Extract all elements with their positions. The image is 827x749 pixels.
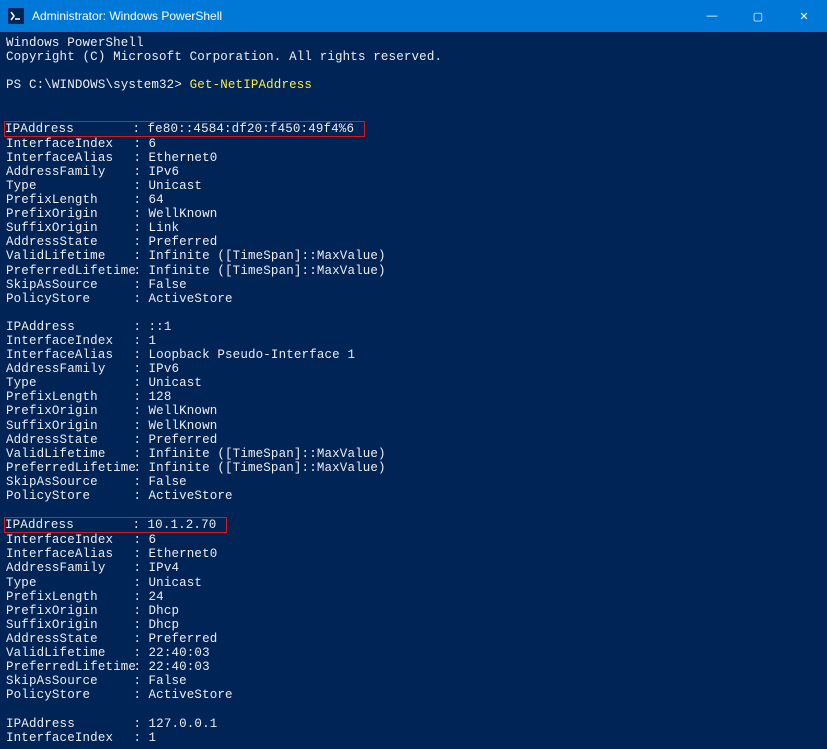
kv-line: ValidLifetime: Infinite ([TimeSpan]::Max…: [6, 447, 821, 461]
kv-line: IPAddress: 10.1.2.70: [6, 517, 821, 533]
kv-line: PolicyStore: ActiveStore: [6, 292, 821, 306]
blank-line: [6, 92, 821, 106]
kv-line: InterfaceIndex: 1: [6, 334, 821, 348]
kv-line: SkipAsSource: False: [6, 674, 821, 688]
blank-line: [6, 64, 821, 78]
highlight-box: IPAddress: 10.1.2.70: [4, 517, 227, 533]
kv-line: PolicyStore: ActiveStore: [6, 489, 821, 503]
banner-line: Windows PowerShell: [6, 36, 821, 50]
kv-line: AddressFamily: IPv6: [6, 362, 821, 376]
kv-line: PolicyStore: ActiveStore: [6, 688, 821, 702]
kv-line: InterfaceIndex: 6: [6, 533, 821, 547]
kv-line: SuffixOrigin: Link: [6, 221, 821, 235]
kv-line: PrefixLength: 64: [6, 193, 821, 207]
terminal-output[interactable]: Windows PowerShellCopyright (C) Microsof…: [0, 32, 827, 749]
blank-line: [6, 503, 821, 517]
kv-line: PrefixOrigin: WellKnown: [6, 404, 821, 418]
kv-line: Type: Unicast: [6, 179, 821, 193]
kv-line: PreferredLifetime: Infinite ([TimeSpan]:…: [6, 264, 821, 278]
kv-line: PreferredLifetime: 22:40:03: [6, 660, 821, 674]
kv-line: AddressState: Preferred: [6, 632, 821, 646]
highlight-box: IPAddress: fe80::4584:df20:f450:49f4%6: [4, 121, 365, 137]
kv-line: Type: Unicast: [6, 576, 821, 590]
powershell-icon: [8, 8, 24, 24]
prompt-line: PS C:\WINDOWS\system32> Get-NetIPAddress: [6, 78, 821, 92]
kv-line: InterfaceAlias: Ethernet0: [6, 547, 821, 561]
kv-line: SuffixOrigin: WellKnown: [6, 419, 821, 433]
kv-line: AddressFamily: IPv6: [6, 165, 821, 179]
command: Get-NetIPAddress: [190, 78, 312, 92]
banner-line: Copyright (C) Microsoft Corporation. All…: [6, 50, 821, 64]
kv-line: PreferredLifetime: Infinite ([TimeSpan]:…: [6, 461, 821, 475]
kv-line: AddressState: Preferred: [6, 235, 821, 249]
kv-line: InterfaceAlias: Ethernet0: [6, 151, 821, 165]
kv-line: SkipAsSource: False: [6, 278, 821, 292]
kv-line: SkipAsSource: False: [6, 475, 821, 489]
kv-line: SuffixOrigin: Dhcp: [6, 618, 821, 632]
kv-line: AddressFamily: IPv4: [6, 561, 821, 575]
maximize-button[interactable]: ▢: [735, 0, 781, 32]
kv-line: IPAddress: ::1: [6, 320, 821, 334]
minimize-button[interactable]: —: [689, 0, 735, 32]
kv-line: Type: Unicast: [6, 376, 821, 390]
kv-line: PrefixLength: 24: [6, 590, 821, 604]
kv-line: InterfaceIndex: 6: [6, 137, 821, 151]
kv-line: PrefixOrigin: Dhcp: [6, 604, 821, 618]
kv-line: InterfaceAlias: Loopback Pseudo-Interfac…: [6, 348, 821, 362]
kv-line: ValidLifetime: Infinite ([TimeSpan]::Max…: [6, 249, 821, 263]
kv-line: IPAddress: fe80::4584:df20:f450:49f4%6: [6, 121, 821, 137]
kv-line: AddressState: Preferred: [6, 433, 821, 447]
blank-line: [6, 106, 821, 120]
kv-line: IPAddress: 127.0.0.1: [6, 717, 821, 731]
close-button[interactable]: ✕: [781, 0, 827, 32]
kv-line: InterfaceIndex: 1: [6, 731, 821, 745]
kv-line: PrefixOrigin: WellKnown: [6, 207, 821, 221]
kv-line: ValidLifetime: 22:40:03: [6, 646, 821, 660]
window-title: Administrator: Windows PowerShell: [30, 9, 689, 23]
titlebar[interactable]: Administrator: Windows PowerShell — ▢ ✕: [0, 0, 827, 32]
blank-line: [6, 306, 821, 320]
kv-line: PrefixLength: 128: [6, 390, 821, 404]
